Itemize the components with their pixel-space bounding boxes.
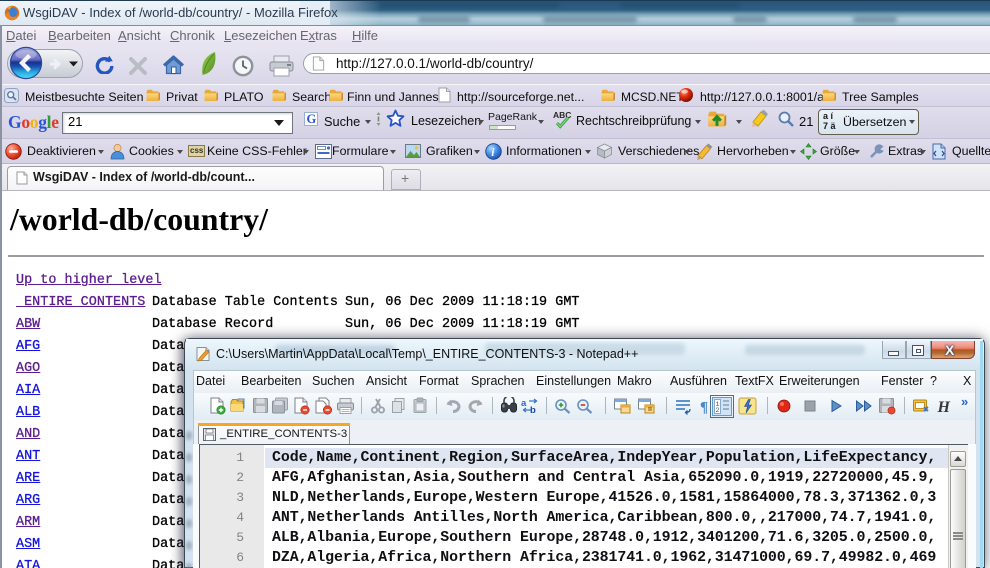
svg-text:¶: ¶ (700, 400, 708, 416)
svg-text:H: H (937, 399, 951, 415)
svg-text:a: a (521, 398, 527, 409)
svg-text:2: 2 (716, 407, 720, 414)
